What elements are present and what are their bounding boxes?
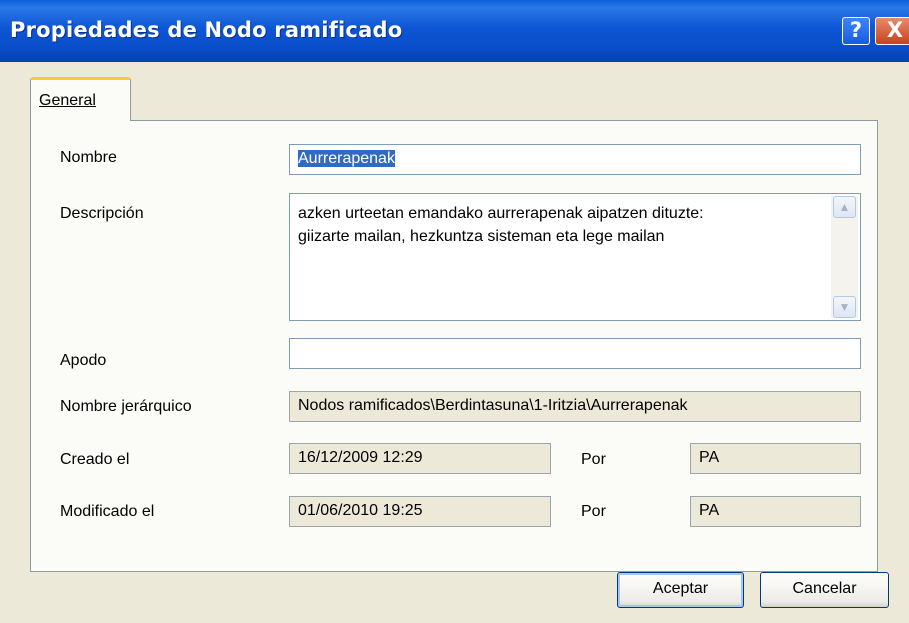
descripcion-label: Descripción — [60, 205, 144, 222]
creado-por-value: PA — [699, 449, 720, 466]
apodo-input[interactable] — [289, 338, 861, 369]
modificado-field: 01/06/2010 19:25 — [289, 496, 551, 527]
modificado-por-label: Por — [581, 503, 606, 520]
creado-por-field: PA — [690, 443, 861, 474]
modificado-por-value: PA — [699, 502, 720, 519]
scroll-up-button[interactable]: ▲ — [833, 196, 856, 218]
close-icon: X — [886, 18, 904, 42]
accept-button[interactable]: Aceptar — [617, 572, 744, 608]
tab-general-label: General — [39, 92, 96, 109]
nombre-input[interactable]: Aurrerapenak — [289, 144, 861, 175]
creado-field: 16/12/2009 12:29 — [289, 443, 551, 474]
chevron-up-icon: ▲ — [838, 200, 851, 214]
modificado-label: Modificado el — [60, 503, 155, 520]
help-button[interactable]: ? — [842, 17, 870, 45]
scroll-down-button[interactable]: ▼ — [833, 296, 856, 318]
descripcion-scrollbar[interactable]: ▲ ▼ — [831, 196, 858, 318]
descripcion-textarea[interactable]: azken urteetan emandako aurrerapenak aip… — [289, 193, 861, 321]
help-icon: ? — [849, 18, 863, 42]
modificado-por-field: PA — [690, 496, 861, 527]
nombre-jerarquico-label: Nombre jerárquico — [60, 398, 192, 415]
window-title: Propiedades de Nodo ramificado — [10, 18, 403, 42]
apodo-label: Apodo — [60, 352, 107, 369]
nombre-label: Nombre — [60, 149, 117, 166]
creado-por-label: Por — [581, 451, 606, 468]
creado-label: Creado el — [60, 451, 130, 468]
tab-general[interactable]: General — [30, 77, 131, 121]
descripcion-line: giizarte mailan, hezkuntza sisteman eta … — [298, 228, 665, 245]
nombre-jerarquico-value: Nodos ramificados\Berdintasuna\1-Iritzia… — [298, 397, 688, 414]
descripcion-text: azken urteetan emandako aurrerapenak aip… — [298, 202, 818, 248]
chevron-down-icon: ▼ — [838, 300, 851, 314]
cancel-button[interactable]: Cancelar — [760, 572, 889, 608]
nombre-value: Aurrerapenak — [298, 150, 395, 167]
title-bar[interactable]: Propiedades de Nodo ramificado ? X — [0, 0, 909, 62]
nombre-jerarquico-field: Nodos ramificados\Berdintasuna\1-Iritzia… — [289, 391, 861, 422]
creado-value: 16/12/2009 12:29 — [298, 449, 423, 466]
descripcion-line: azken urteetan emandako aurrerapenak aip… — [298, 205, 704, 222]
close-button[interactable]: X — [875, 17, 909, 45]
modificado-value: 01/06/2010 19:25 — [298, 502, 423, 519]
properties-dialog: Propiedades de Nodo ramificado ? X Gener… — [0, 0, 909, 623]
